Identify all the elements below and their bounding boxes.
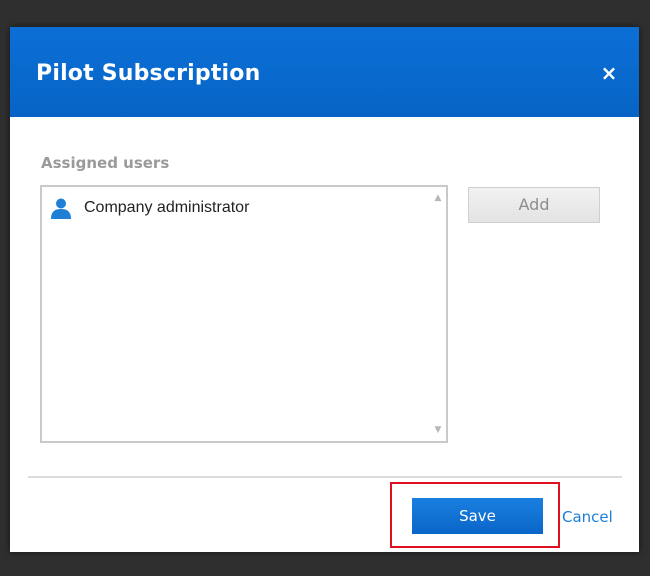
footer-divider (28, 476, 622, 478)
scroll-down-icon[interactable]: ▼ (433, 425, 443, 435)
dialog-header: Pilot Subscription × (10, 27, 639, 117)
assigned-users-label: Assigned users (41, 154, 170, 172)
save-button[interactable]: Save (412, 498, 543, 534)
user-icon (51, 198, 71, 219)
close-icon[interactable]: × (599, 63, 619, 83)
dialog-title: Pilot Subscription (36, 61, 261, 86)
list-item-label: Company administrator (84, 199, 250, 216)
pilot-subscription-dialog: Pilot Subscription × Assigned users Comp… (10, 27, 639, 552)
cancel-link[interactable]: Cancel (562, 508, 613, 526)
assigned-users-list[interactable]: Company administrator ▲ ▼ (40, 185, 448, 443)
list-item[interactable]: Company administrator (50, 195, 249, 221)
add-button[interactable]: Add (468, 187, 600, 223)
list-scrollbar[interactable]: ▲ ▼ (430, 187, 446, 441)
scroll-up-icon[interactable]: ▲ (433, 193, 443, 203)
